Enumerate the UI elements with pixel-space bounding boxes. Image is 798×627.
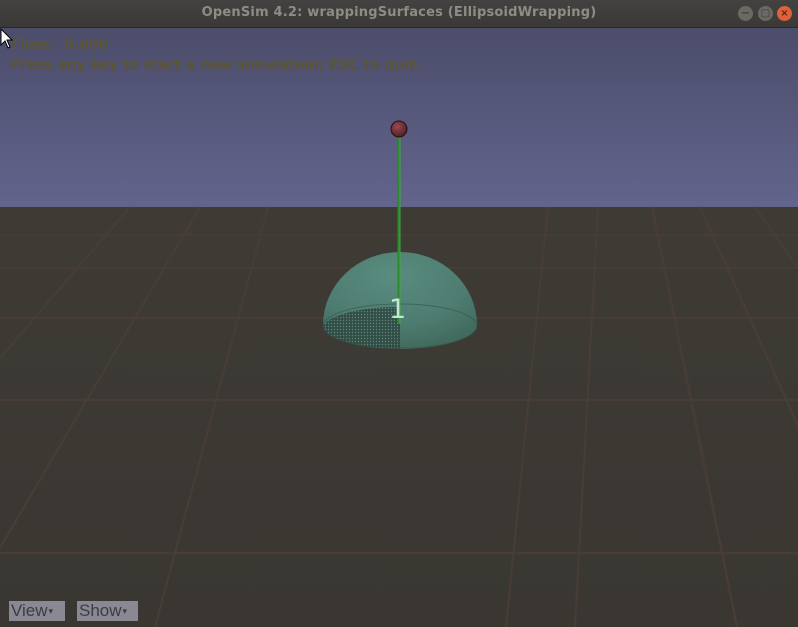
time-value: 0.606 <box>64 37 109 53</box>
show-menu-label: Show <box>79 601 122 620</box>
scene-canvas <box>0 28 798 627</box>
show-menu-button[interactable]: Show▾ <box>77 601 138 621</box>
instruction-text: Press any key to start a new simulation;… <box>10 57 421 73</box>
view-menu-label: View <box>11 601 48 620</box>
3d-viewport[interactable]: Time: 0.606 Press any key to start a new … <box>0 28 798 627</box>
opensim-window: OpenSim 4.2: wrappingSurfaces (Ellipsoid… <box>0 0 798 627</box>
marker-sphere <box>390 120 408 138</box>
time-readout: Time: 0.606 <box>10 37 108 53</box>
close-icon[interactable]: × <box>777 6 792 21</box>
mouse-pointer-icon <box>0 28 14 49</box>
chevron-down-icon: ▾ <box>122 606 128 616</box>
maximize-icon[interactable]: □ <box>758 6 773 21</box>
minimize-icon[interactable]: − <box>738 6 753 21</box>
chevron-down-icon: ▾ <box>48 606 54 616</box>
window-title: OpenSim 4.2: wrappingSurfaces (Ellipsoid… <box>201 5 597 20</box>
time-label: Time: <box>10 37 55 53</box>
view-menu-button[interactable]: View▾ <box>9 601 65 621</box>
wrap-body-label: 1 <box>389 294 407 325</box>
title-bar[interactable]: OpenSim 4.2: wrappingSurfaces (Ellipsoid… <box>0 0 798 28</box>
